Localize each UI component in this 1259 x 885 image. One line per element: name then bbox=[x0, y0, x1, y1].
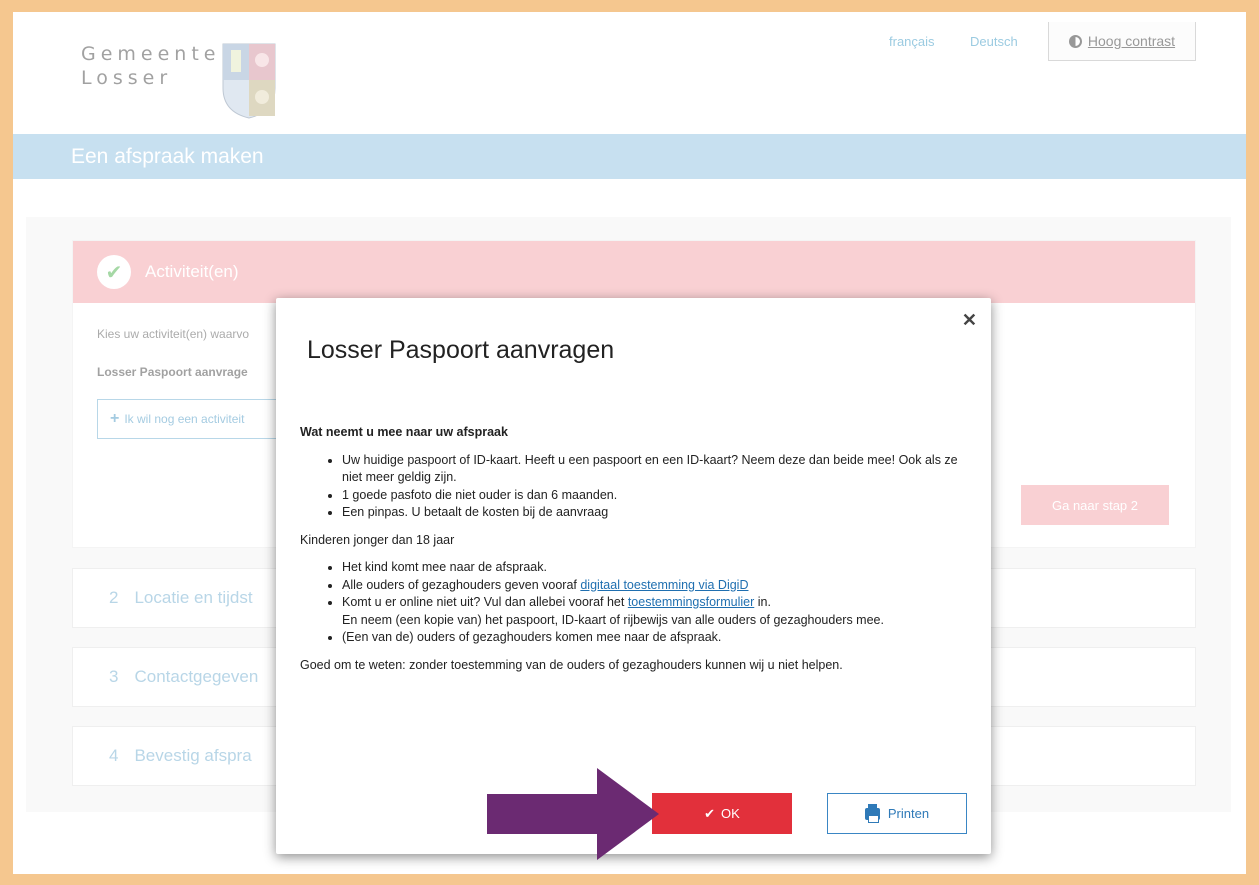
dialog-title: Losser Paspoort aanvragen bbox=[307, 336, 615, 364]
list-item: Het kind komt mee naar de afspraak. bbox=[342, 559, 960, 577]
ok-button[interactable]: ✔ OK bbox=[652, 793, 792, 834]
print-label: Printen bbox=[887, 806, 930, 821]
ok-label: OK bbox=[721, 806, 740, 821]
close-icon[interactable]: ✕ bbox=[962, 310, 977, 331]
print-button[interactable]: Printen bbox=[827, 793, 967, 834]
bring-list: Uw huidige paspoort of ID-kaart. Heeft u… bbox=[300, 452, 960, 522]
digid-consent-link[interactable]: digitaal toestemming via DigiD bbox=[580, 578, 748, 592]
checkmark-icon: ✔ bbox=[704, 805, 716, 821]
page-frame: Gemeente Losser français Deutsch Hoog co… bbox=[13, 12, 1246, 874]
list-item: Komt u er online niet uit? Vul dan alleb… bbox=[342, 594, 960, 629]
list-item: 1 goede pasfoto die niet ouder is dan 6 … bbox=[342, 487, 960, 505]
list-item: (Een van de) ouders of gezaghouders kome… bbox=[342, 629, 960, 647]
dialog-heading: Wat neemt u mee naar uw afspraak bbox=[300, 425, 508, 439]
arrow-icon bbox=[487, 768, 659, 860]
printer-icon bbox=[864, 803, 880, 823]
list-item: Uw huidige paspoort of ID-kaart. Heeft u… bbox=[342, 452, 960, 487]
dialog-body: Wat neemt u mee naar uw afspraak Uw huid… bbox=[300, 424, 960, 684]
list-item: Alle ouders of gezaghouders geven vooraf… bbox=[342, 577, 960, 595]
footer-note: Goed om te weten: zonder toestemming van… bbox=[300, 657, 843, 672]
consent-form-link[interactable]: toestemmingsformulier bbox=[628, 595, 754, 609]
list-item: Een pinpas. U betaalt de kosten bij de a… bbox=[342, 504, 960, 522]
children-heading: Kinderen jonger dan 18 jaar bbox=[300, 532, 455, 547]
children-list: Het kind komt mee naar de afspraak. Alle… bbox=[300, 559, 960, 647]
